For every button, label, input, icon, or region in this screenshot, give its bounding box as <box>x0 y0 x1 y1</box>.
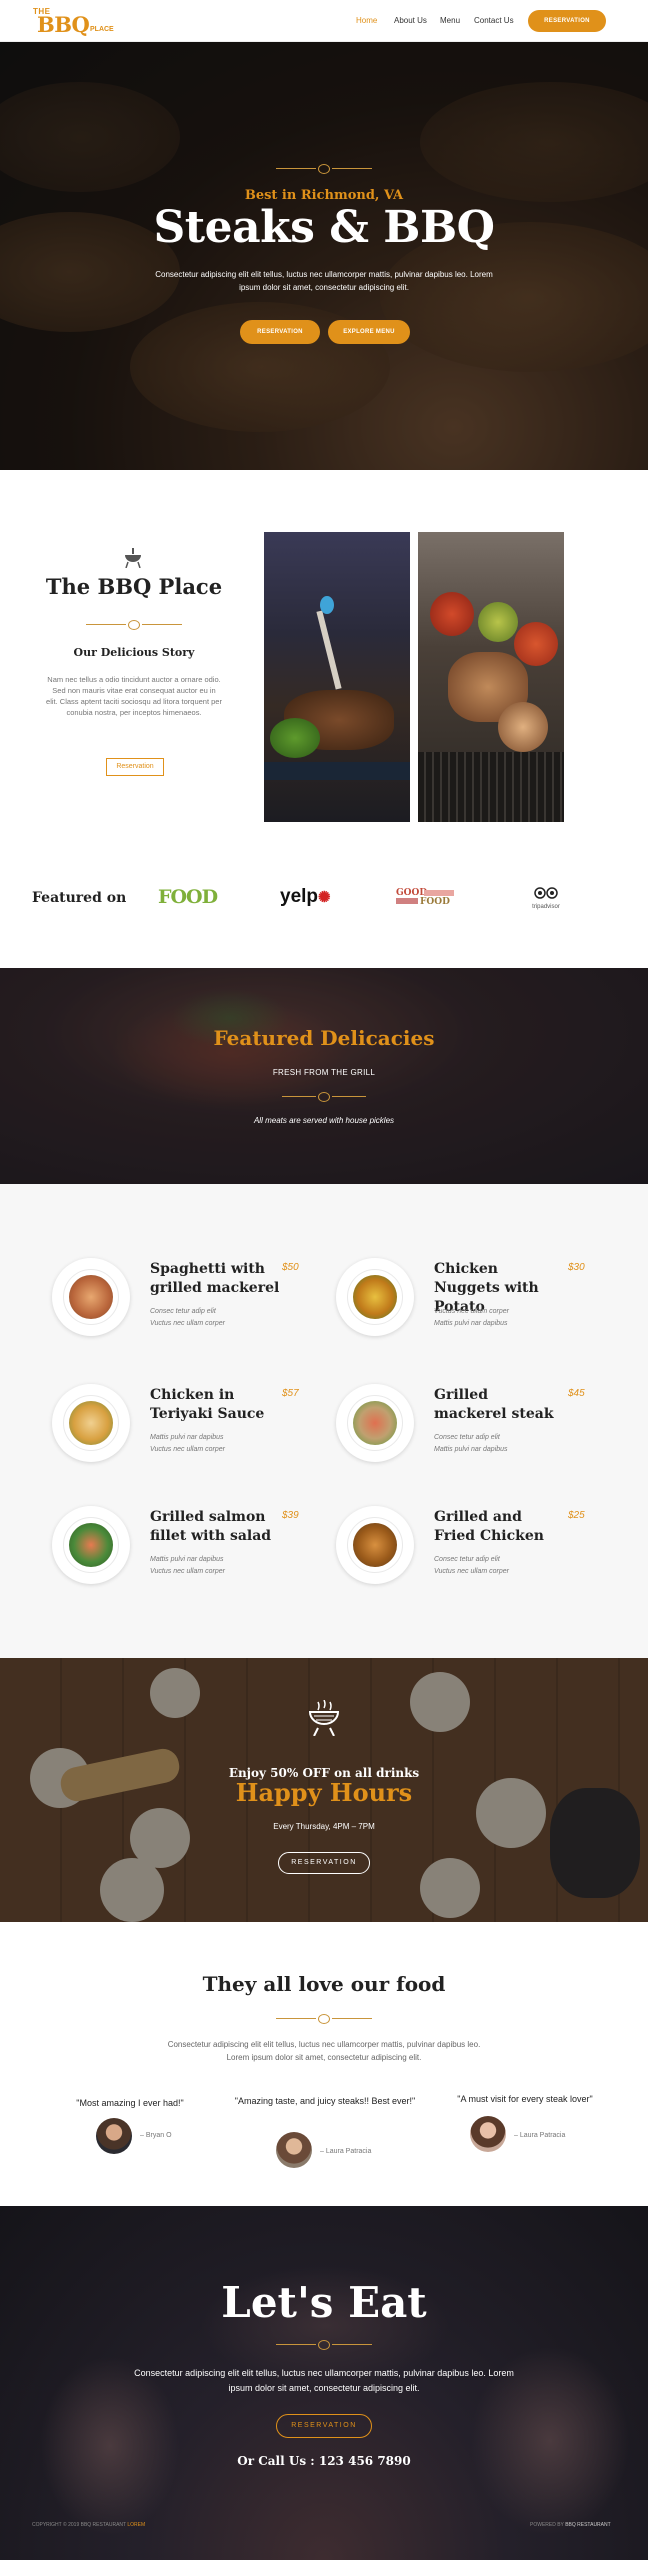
nav-home[interactable]: Home <box>356 16 377 25</box>
delicacies-subtitle: FRESH FROM THE GRILL <box>272 1068 376 1077</box>
nav-menu[interactable]: Menu <box>440 16 460 25</box>
dish-name: Grilled and Fried Chicken <box>434 1509 544 1544</box>
menu-section: Spaghetti with grilled mackerel $50 Cons… <box>0 1184 648 1658</box>
dish-name: Grilled salmon fillet with salad <box>150 1509 272 1544</box>
dish-name: Grilled mackerel steak <box>434 1387 554 1422</box>
lets-eat-text: Consectetur adipiscing elit elit tellus,… <box>134 2368 514 2393</box>
footer-powered-link[interactable]: BBQ RESTAURANT <box>565 2522 610 2528</box>
grill-icon <box>125 548 141 568</box>
hero-explore-menu-button[interactable]: EXPLORE MENU <box>328 320 410 344</box>
hero-kicker: Best in Richmond, VA <box>244 188 404 203</box>
dish-price: $39 <box>282 1510 299 1521</box>
delicacies-divider <box>282 1092 366 1102</box>
yelp-burst-icon: ✺ <box>318 889 331 906</box>
testimonial-quote: "A must visit for every steak lover" <box>457 2094 593 2104</box>
lets-eat-section: Let's Eat Consectetur adipiscing elit el… <box>0 2206 648 2560</box>
testimonial-author: – Bryan O <box>140 2132 172 2139</box>
testimonials-title: They all love our food <box>202 1972 446 1996</box>
footer-powered-by: POWERED BY BBQ RESTAURANT <box>530 2522 611 2528</box>
testimonial-author: – Laura Patracia <box>320 2148 372 2155</box>
dish-plate-nuggets <box>336 1258 414 1336</box>
testimonial-quote: "Most amazing I ever had!" <box>76 2098 184 2108</box>
hero-title: Steaks & BBQ <box>153 202 495 253</box>
press-logo-tripadvisor[interactable]: tripadvisor <box>524 886 568 912</box>
dish-price: $45 <box>568 1388 585 1399</box>
site-logo[interactable]: THE BBQ PLACE <box>30 5 122 37</box>
dish-plate-chicken <box>336 1506 414 1584</box>
avatar <box>96 2118 132 2154</box>
lets-eat-phone[interactable]: Or Call Us : 123 456 7890 <box>0 2454 648 2468</box>
testimonials-divider <box>276 2014 372 2024</box>
hero-reservation-button[interactable]: RESERVATION <box>240 320 320 344</box>
dish-desc: Consec tetur adip elit Vuctus nec ullam c… <box>434 1556 509 1575</box>
avatar <box>276 2132 312 2168</box>
site-header: THE BBQ PLACE Home About Us Menu Contact… <box>0 0 648 42</box>
press-logo-good-food[interactable]: GOOD FOOD <box>396 888 460 908</box>
dish-desc: Mattis pulvi nar dapibus Vuctus nec ullam… <box>150 1434 225 1453</box>
press-logo-food[interactable]: FOOD <box>158 886 218 908</box>
happy-time: Every Thursday, 4PM – 7PM <box>273 1822 375 1831</box>
dish-price: $30 <box>568 1262 585 1273</box>
footer-copyright: COPYRIGHT © 2019 BBQ RESTAURANT LOREM <box>32 2522 146 2528</box>
dish-plate-teriyaki <box>52 1384 130 1462</box>
header-reservation-button[interactable]: RESERVATION <box>528 10 606 32</box>
about-text: Nam nec tellus a odio tincidunt auctor a… <box>46 675 222 717</box>
dish-desc: Mattis pulvi nar dapibus Vuctus nec ullam… <box>150 1556 225 1575</box>
happy-hours-section: Enjoy 50% OFF on all drinks Happy Hours … <box>0 1658 648 1922</box>
dish-plate-mackerel <box>336 1384 414 1462</box>
featured-delicacies-section: Featured Delicacies FRESH FROM THE GRILL… <box>0 968 648 1184</box>
hero-section: Best in Richmond, VA Steaks & BBQ Consec… <box>0 42 648 470</box>
about-subtitle: Our Delicious Story <box>73 646 195 659</box>
happy-reservation-button[interactable]: RESERVATION <box>278 1852 370 1874</box>
featured-on-label: Featured on <box>32 890 127 906</box>
hero-text: Consectetur adipiscing elit elit tellus,… <box>155 270 493 292</box>
dish-plate-salmon <box>52 1506 130 1584</box>
happy-title: Happy Hours <box>235 1778 413 1807</box>
lets-eat-title: Let's Eat <box>221 2278 427 2327</box>
testimonials-text: Consectetur adipiscing elit elit tellus,… <box>167 2040 481 2062</box>
delicacies-note: All meats are served with house pickles <box>253 1116 395 1125</box>
testimonial-author: – Laura Patracia <box>514 2132 566 2139</box>
about-image-lamb <box>264 532 410 822</box>
owl-icon <box>534 887 558 899</box>
dish-price: $25 <box>568 1510 585 1521</box>
dish-price: $57 <box>282 1388 299 1399</box>
lets-eat-reservation-button[interactable]: RESERVATION <box>276 2414 372 2438</box>
press-logo-yelp[interactable]: yelp✺ <box>280 886 331 908</box>
about-image-kebab <box>418 532 564 822</box>
footer-link[interactable]: LOREM <box>127 2522 145 2528</box>
testimonial-quote: "Amazing taste, and juicy steaks!! Best … <box>234 2096 416 2106</box>
hero-divider <box>276 164 372 174</box>
about-reservation-button[interactable]: Reservation <box>106 758 164 776</box>
dish-name: Chicken in Teriyaki Sauce <box>150 1387 265 1422</box>
dish-desc: Consec tetur adip elit Vuctus nec ullam c… <box>150 1308 225 1327</box>
testimonials-section: They all love our food Consectetur adipi… <box>0 1922 648 2206</box>
avatar <box>470 2116 506 2152</box>
about-title: The BBQ Place <box>45 574 223 599</box>
dish-name: Spaghetti with grilled mackerel <box>150 1261 280 1296</box>
nav-contact[interactable]: Contact Us <box>474 16 514 25</box>
nav-about[interactable]: About Us <box>394 16 427 25</box>
dish-desc: Vuctus nec ullam corper Mattis pulvi nar … <box>434 1308 509 1327</box>
dish-plate-spaghetti <box>52 1258 130 1336</box>
yelp-wordmark: yelp <box>280 886 319 907</box>
logo-bbq: BBQ <box>37 12 90 37</box>
dish-price: $50 <box>282 1262 299 1273</box>
delicacies-title: Featured Delicacies <box>213 1026 435 1050</box>
lets-eat-divider <box>276 2340 372 2350</box>
grill-icon <box>308 1700 340 1736</box>
logo-place: PLACE <box>90 26 114 33</box>
about-divider <box>86 620 182 630</box>
dish-desc: Consec tetur adip elit Mattis pulvi nar d… <box>434 1434 508 1453</box>
